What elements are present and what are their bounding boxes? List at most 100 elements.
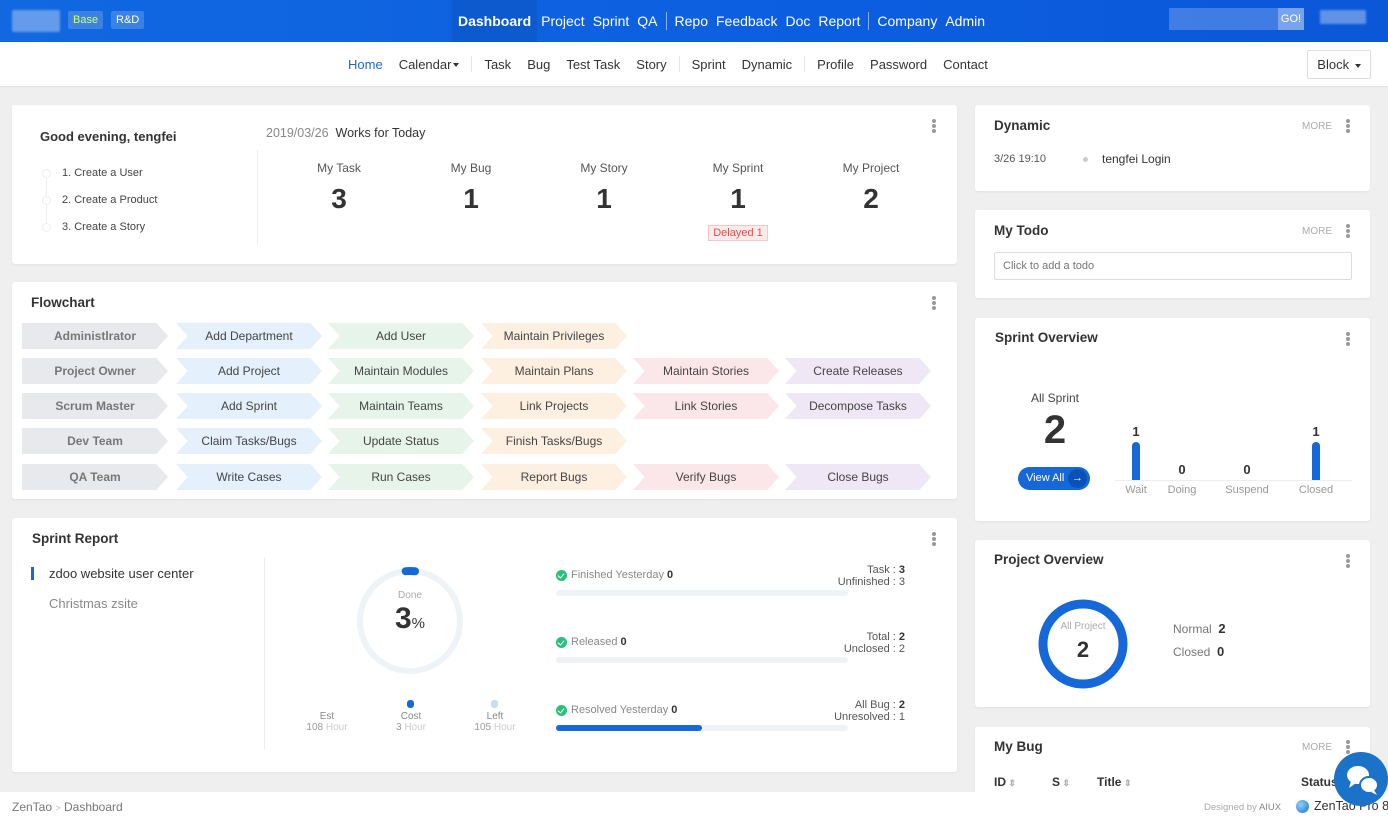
subnav-story[interactable]: Story — [628, 57, 674, 72]
sort-icon: ⇕ — [1006, 778, 1017, 788]
flow-step[interactable]: Maintain Modules — [328, 358, 474, 384]
stat-my-project[interactable]: My Project 2 — [811, 161, 931, 215]
summary-sub: Unfinished : 3 — [837, 576, 905, 588]
dynamic-title: Dynamic — [994, 118, 1051, 133]
flow-step[interactable]: Maintain Privileges — [481, 323, 627, 349]
nav-feedback[interactable]: Feedback — [712, 0, 781, 42]
flow-step[interactable]: Add Project — [176, 358, 322, 384]
subnav-contact[interactable]: Contact — [935, 57, 996, 72]
more-link[interactable]: MORE — [1302, 226, 1332, 237]
more-vert-icon[interactable] — [932, 119, 936, 133]
breadcrumb-current[interactable]: Dashboard — [64, 800, 123, 814]
subnav-profile[interactable]: Profile — [809, 57, 862, 72]
nav-repo[interactable]: Repo — [671, 0, 712, 42]
block-button[interactable]: Block — [1307, 50, 1371, 79]
step-item[interactable]: 2. Create a Product — [42, 194, 157, 221]
view-all-label: View All — [1026, 472, 1065, 484]
nav-sprint[interactable]: Sprint — [589, 0, 634, 42]
legend-dot — [491, 700, 498, 708]
progress-summary: All Bug : 2 Unresolved : 1 — [765, 699, 905, 723]
progress-count: 0 — [620, 636, 627, 648]
flow-step[interactable]: Run Cases — [328, 464, 474, 490]
progress-count: 0 — [671, 704, 678, 716]
company-logo[interactable] — [12, 10, 60, 32]
flow-step[interactable]: Report Bugs — [481, 464, 627, 490]
sprint-item[interactable]: Christmas zsite — [49, 596, 138, 611]
nav-divider — [665, 12, 667, 30]
bar-closed[interactable] — [1312, 442, 1320, 480]
legend-label: Normal — [1173, 622, 1212, 636]
nav-company[interactable]: Company — [873, 0, 941, 42]
flow-step[interactable]: Maintain Teams — [328, 393, 474, 419]
badge-rd[interactable]: R&D — [111, 11, 145, 29]
column-status[interactable]: Status — [1301, 775, 1338, 789]
user-menu[interactable] — [1320, 10, 1366, 24]
search-go-button[interactable]: GO! — [1278, 8, 1304, 30]
flow-step[interactable]: Link Projects — [481, 393, 627, 419]
step-item[interactable]: 3. Create a Story — [42, 221, 157, 248]
sprint-item-active[interactable]: zdoo website user center — [49, 566, 194, 581]
nav-dashboard[interactable]: Dashboard — [452, 0, 538, 42]
flow-step[interactable]: Add Department — [176, 323, 322, 349]
subnav-home[interactable]: Home — [340, 57, 391, 72]
flow-step[interactable]: Link Stories — [633, 393, 779, 419]
flow-step[interactable]: Decompose Tasks — [785, 393, 931, 419]
sprint-overview-title: Sprint Overview — [995, 330, 1098, 345]
subnav-password[interactable]: Password — [862, 57, 935, 72]
flow-step[interactable]: Write Cases — [176, 464, 322, 490]
stat-my-task[interactable]: My Task 3 — [279, 161, 399, 215]
step-item[interactable]: 1. Create a User — [42, 167, 157, 194]
dynamic-text[interactable]: tengfei Login — [1102, 152, 1171, 166]
progress-fill — [556, 725, 702, 731]
more-vert-icon[interactable] — [932, 296, 936, 310]
bar-wait[interactable] — [1132, 442, 1140, 480]
breadcrumb-home[interactable]: ZenTao — [12, 800, 52, 814]
nav-report[interactable]: Report — [814, 0, 864, 42]
flow-step[interactable]: Update Status — [328, 428, 474, 454]
nav-admin[interactable]: Admin — [941, 0, 989, 42]
nav-doc[interactable]: Doc — [781, 0, 814, 42]
flow-step[interactable]: Close Bugs — [785, 464, 931, 490]
designer-name[interactable]: AIUX — [1259, 802, 1281, 813]
more-vert-icon[interactable] — [1346, 332, 1350, 346]
subnav-bug[interactable]: Bug — [519, 57, 558, 72]
more-vert-icon[interactable] — [1346, 119, 1350, 133]
view-all-button[interactable]: View All → — [1018, 467, 1090, 490]
flow-step[interactable]: Finish Tasks/Bugs — [481, 428, 627, 454]
flow-step[interactable]: Create Releases — [785, 358, 931, 384]
sprint-report-title: Sprint Report — [32, 531, 119, 546]
more-vert-icon[interactable] — [932, 532, 936, 546]
divider — [678, 56, 680, 72]
nav-project[interactable]: Project — [537, 0, 589, 42]
stat-my-sprint[interactable]: My Sprint 1 Delayed 1 — [678, 161, 798, 241]
todo-input[interactable] — [994, 252, 1352, 280]
flow-step[interactable]: Claim Tasks/Bugs — [176, 428, 322, 454]
stat-my-bug[interactable]: My Bug 1 — [411, 161, 531, 215]
subnav-calendar[interactable]: Calendar — [391, 57, 468, 72]
subnav-task[interactable]: Task — [476, 57, 519, 72]
project-overview-card: Project Overview All Project 2 Normal 2 … — [975, 540, 1370, 707]
badge-base[interactable]: Base — [68, 11, 104, 29]
more-vert-icon[interactable] — [1346, 554, 1350, 568]
more-link[interactable]: MORE — [1302, 121, 1332, 132]
progress-label: Finished Yesterday 0 — [556, 569, 673, 581]
divider — [257, 150, 258, 245]
subnav-test-task[interactable]: Test Task — [558, 57, 628, 72]
subnav-dynamic[interactable]: Dynamic — [734, 57, 801, 72]
flow-step[interactable]: Verify Bugs — [633, 464, 779, 490]
nav-qa[interactable]: QA — [633, 0, 661, 42]
column-title[interactable]: Title ⇕ — [1097, 775, 1132, 789]
column-id[interactable]: ID ⇕ — [994, 775, 1016, 789]
more-link[interactable]: MORE — [1302, 742, 1332, 753]
stat-my-story[interactable]: My Story 1 — [544, 161, 664, 215]
flow-step[interactable]: Add Sprint — [176, 393, 322, 419]
flow-step[interactable]: Maintain Plans — [481, 358, 627, 384]
subnav-sprint[interactable]: Sprint — [684, 57, 734, 72]
more-vert-icon[interactable] — [1346, 224, 1350, 238]
chat-button[interactable] — [1334, 752, 1388, 806]
flow-step[interactable]: Maintain Stories — [633, 358, 779, 384]
flow-step[interactable]: Add User — [328, 323, 474, 349]
summary-label: Task : — [867, 564, 899, 576]
todo-title: My Todo — [994, 223, 1049, 238]
column-severity[interactable]: S ⇕ — [1052, 775, 1070, 789]
